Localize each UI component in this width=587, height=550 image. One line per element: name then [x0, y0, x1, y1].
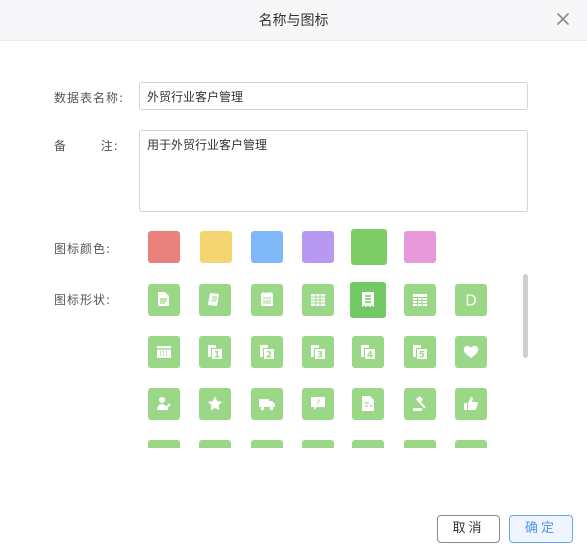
icon-shape-label: 图标形状:	[54, 293, 112, 307]
contract-icon	[362, 396, 374, 411]
confirm-button[interactable]: 确定	[509, 515, 573, 543]
icon-option-partial[interactable]	[352, 440, 384, 448]
number-3-icon-option[interactable]: 3	[302, 336, 334, 368]
list-document-icon-option[interactable]	[350, 282, 386, 318]
svg-text:1: 1	[214, 351, 220, 361]
icon-option-partial[interactable]	[455, 440, 487, 448]
document-icon-option[interactable]	[148, 284, 180, 316]
number-5-icon-option[interactable]: 5	[404, 336, 436, 368]
spreadsheet-icon	[311, 294, 325, 306]
icon-grid-scrollbar[interactable]	[523, 274, 528, 358]
color-swatch[interactable]	[302, 231, 334, 263]
svg-text:3: 3	[317, 351, 323, 361]
icon-option-partial[interactable]	[302, 440, 334, 448]
icon-option-partial[interactable]	[199, 440, 231, 448]
number-1-icon: 1	[208, 345, 222, 361]
star-icon-option[interactable]	[199, 388, 231, 420]
heart-icon	[463, 345, 479, 358]
auction-hammer-icon-option[interactable]	[404, 388, 436, 420]
number-3-icon: 3	[311, 345, 325, 361]
number-5-icon: 5	[413, 345, 427, 361]
name-label: 数据表名称:	[54, 91, 125, 105]
table-icon	[413, 294, 427, 306]
table-name-input[interactable]	[139, 82, 528, 110]
svg-text:5: 5	[419, 351, 425, 361]
color-swatch[interactable]	[148, 231, 180, 263]
calendar-grid-icon-option[interactable]	[148, 336, 180, 368]
svg-text:D: D	[465, 292, 477, 310]
letter-d-icon-option[interactable]: D	[455, 284, 487, 316]
svg-text:2: 2	[266, 351, 272, 361]
number-2-icon: 2	[260, 345, 274, 361]
number-1-icon-option[interactable]: 1	[199, 336, 231, 368]
icon-color-label: 图标颜色:	[54, 242, 112, 256]
icon-grid: D 1 2 3 4 5?	[139, 282, 519, 448]
dialog-header: 名称与图标	[0, 0, 587, 41]
truck-icon-option[interactable]	[251, 388, 283, 420]
list-document-icon	[362, 292, 374, 307]
color-swatch[interactable]	[200, 231, 232, 263]
color-swatch[interactable]	[351, 229, 387, 265]
number-4-icon-option[interactable]: 4	[352, 336, 384, 368]
icon-option-partial[interactable]	[251, 440, 283, 448]
receipt-icon-option[interactable]	[199, 284, 231, 316]
receipt-icon	[208, 293, 219, 306]
icon-option-partial[interactable]	[404, 440, 436, 448]
question-bubble-icon-option[interactable]: ?	[302, 388, 334, 420]
note-label: 备 注:	[54, 139, 119, 153]
icon-option-partial[interactable]	[148, 440, 180, 448]
user-edit-icon	[157, 397, 171, 411]
color-swatch[interactable]	[251, 231, 283, 263]
calendar-grid-icon	[157, 346, 171, 358]
svg-text:4: 4	[367, 351, 373, 361]
close-icon[interactable]	[553, 9, 573, 29]
spreadsheet-icon-option[interactable]	[302, 284, 334, 316]
question-bubble-icon: ?	[311, 397, 325, 410]
truck-icon	[259, 399, 275, 411]
notepad-icon	[261, 292, 273, 306]
star-icon	[207, 396, 223, 411]
user-edit-icon-option[interactable]	[148, 388, 180, 420]
document-icon	[158, 292, 169, 306]
heart-icon-option[interactable]	[455, 336, 487, 368]
contract-icon-option[interactable]	[352, 388, 384, 420]
notepad-icon-option[interactable]	[251, 284, 283, 316]
note-textarea[interactable]: 用于外贸行业客户管理	[139, 130, 528, 212]
thumbs-up-icon	[464, 397, 478, 410]
number-2-icon-option[interactable]: 2	[251, 336, 283, 368]
svg-text:?: ?	[316, 399, 320, 408]
number-4-icon: 4	[361, 345, 375, 361]
thumbs-up-icon-option[interactable]	[455, 388, 487, 420]
table-icon-option[interactable]	[404, 284, 436, 316]
color-swatch[interactable]	[404, 231, 436, 263]
cancel-button[interactable]: 取消	[437, 515, 500, 543]
dialog-title: 名称与图标	[258, 13, 329, 29]
auction-hammer-icon	[413, 396, 426, 411]
letter-d-icon: D	[465, 292, 477, 310]
